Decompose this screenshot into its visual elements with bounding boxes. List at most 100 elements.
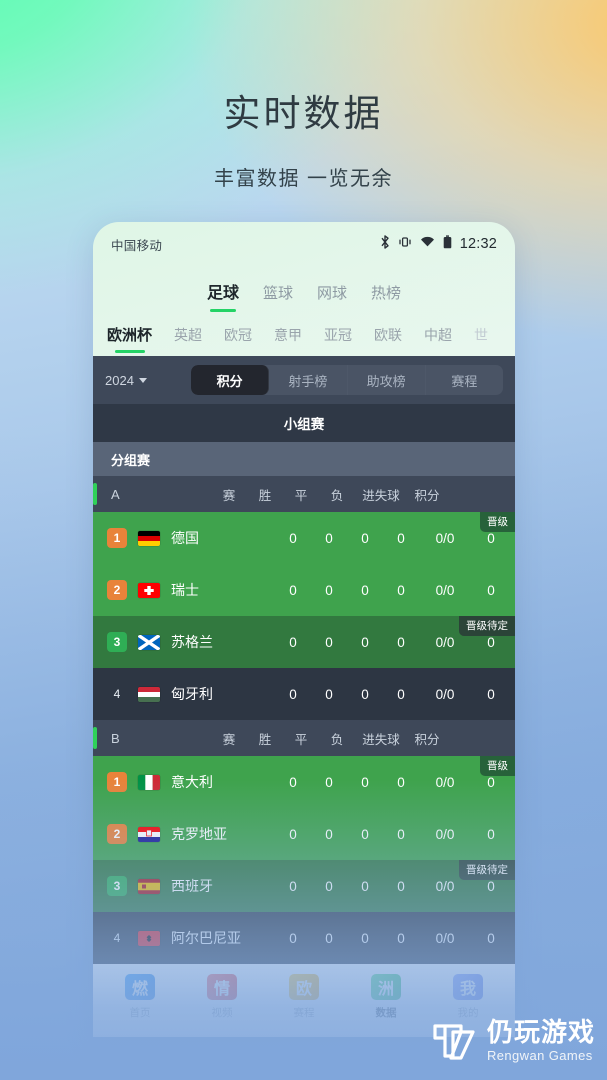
- nav-item-home[interactable]: 燃 首页: [104, 974, 176, 1020]
- watermark: 仍玩游戏 Rengwan Games: [431, 1018, 595, 1064]
- table-row[interactable]: 4 阿尔巴尼亚 0 0 0 0 0/0 0: [93, 912, 515, 964]
- page-title: 实时数据: [223, 93, 384, 134]
- cell-goals: 0/0: [435, 686, 455, 702]
- team-name: 匈牙利: [171, 686, 213, 702]
- hero-banner: 实时数据 丰富数据 一览无余: [0, 0, 607, 191]
- cell-win: 0: [325, 826, 333, 842]
- group-header: B 赛 胜 平 负 进失球 积分: [93, 720, 515, 756]
- nav-item-profile[interactable]: 我 我的: [432, 974, 504, 1020]
- tab-hot[interactable]: 热榜: [371, 282, 401, 312]
- table-row[interactable]: 2 瑞士 0 0 0 0 0/0 0: [93, 564, 515, 616]
- control-bar: 2024 积分 射手榜 助攻榜 赛程: [93, 356, 515, 404]
- phone-mockup: 中国移动 12:32 足球 篮球 网球 热榜 欧洲杯 英超 欧冠 意甲 亚冠 欧…: [93, 222, 515, 1037]
- cell-loss: 0: [397, 686, 405, 702]
- cell-goals: 0/0: [435, 634, 455, 650]
- segment-schedule[interactable]: 赛程: [426, 365, 503, 395]
- cell-loss: 0: [397, 530, 405, 546]
- group-section-title: 分组赛: [93, 442, 515, 476]
- chevron-down-icon: [138, 377, 147, 383]
- home-icon: 燃: [125, 974, 155, 1000]
- cell-points: 0: [487, 774, 495, 790]
- table-row[interactable]: 晋级 1 德国 0 0 0 0 0/0 0: [93, 512, 515, 564]
- cell-points: 0: [487, 530, 495, 546]
- status-badge: 晋级待定: [459, 616, 515, 636]
- cell-played: 0: [289, 530, 297, 546]
- rank-badge: 1: [107, 528, 127, 548]
- league-tab-csl[interactable]: 中超: [424, 325, 452, 353]
- flag-it-icon: [138, 774, 160, 790]
- year-label: 2024: [105, 372, 134, 388]
- league-tab-bar[interactable]: 欧洲杯 英超 欧冠 意甲 亚冠 欧联 中超 世: [93, 314, 515, 356]
- group-accent-bar: [93, 727, 97, 749]
- status-badge: 晋级待定: [459, 860, 515, 880]
- column-points: 积分: [414, 732, 440, 747]
- column-win: 胜: [258, 488, 272, 503]
- league-tab-overflow[interactable]: 世: [474, 325, 488, 353]
- nav-label: 视频: [211, 1007, 233, 1019]
- segment-assists[interactable]: 助攻榜: [348, 365, 426, 395]
- tab-tennis[interactable]: 网球: [317, 282, 347, 312]
- year-selector[interactable]: 2024: [105, 373, 191, 388]
- flag-al-icon: [138, 930, 160, 946]
- cell-played: 0: [289, 774, 297, 790]
- cell-win: 0: [325, 930, 333, 946]
- tab-football[interactable]: 足球: [207, 279, 239, 312]
- wifi-icon: [420, 235, 435, 253]
- column-loss: 负: [330, 488, 344, 503]
- league-tab-epl[interactable]: 英超: [174, 325, 202, 353]
- rank-badge: 2: [107, 580, 127, 600]
- nav-item-video[interactable]: 情 视频: [186, 974, 258, 1020]
- cell-draw: 0: [361, 774, 369, 790]
- tab-basketball[interactable]: 篮球: [263, 282, 293, 312]
- cell-draw: 0: [361, 878, 369, 894]
- column-draw: 平: [294, 488, 308, 503]
- flag-de-icon: [138, 530, 160, 546]
- cell-played: 0: [289, 930, 297, 946]
- league-tab-seriea[interactable]: 意甲: [274, 325, 302, 353]
- table-row[interactable]: 2 克罗地亚 0 0 0 0 0/0 0: [93, 808, 515, 860]
- table-row[interactable]: 晋级待定 3 西班牙 0 0 0 0 0/0 0: [93, 860, 515, 912]
- page-subtitle: 丰富数据 一览无余: [213, 168, 394, 191]
- cell-goals: 0/0: [435, 530, 455, 546]
- team-name: 意大利: [171, 774, 213, 790]
- column-loss: 负: [330, 732, 344, 747]
- rank-badge: 3: [107, 632, 127, 652]
- flag-ch-icon: [138, 582, 160, 598]
- group-accent-bar: [93, 483, 97, 505]
- table-row[interactable]: 晋级 1 意大利 0 0 0 0 0/0 0: [93, 756, 515, 808]
- cell-played: 0: [289, 582, 297, 598]
- vibrate-icon: [398, 235, 412, 254]
- cell-loss: 0: [397, 930, 405, 946]
- watermark-text: 仍玩游戏 Rengwan Games: [486, 1017, 595, 1063]
- cell-goals: 0/0: [435, 826, 455, 842]
- group-letter: B: [111, 730, 120, 746]
- nav-item-schedule[interactable]: 欧 赛程: [268, 974, 340, 1020]
- league-tab-ucl[interactable]: 欧冠: [224, 325, 252, 353]
- segment-scorers[interactable]: 射手榜: [269, 365, 348, 395]
- rengwan-logo-icon: [431, 1018, 477, 1064]
- column-points: 积分: [414, 488, 440, 503]
- nav-item-data[interactable]: 洲 数据: [350, 974, 422, 1020]
- watermark-cn: 仍玩游戏: [486, 1017, 595, 1048]
- cell-draw: 0: [361, 582, 369, 598]
- cell-points: 0: [487, 826, 495, 842]
- team-name: 瑞士: [171, 582, 199, 598]
- league-tab-uel[interactable]: 欧联: [374, 325, 402, 353]
- cell-goals: 0/0: [435, 582, 455, 598]
- cell-points: 0: [487, 686, 495, 702]
- clock-label: 12:32: [459, 236, 497, 252]
- cell-win: 0: [325, 530, 333, 546]
- table-row[interactable]: 4 匈牙利 0 0 0 0 0/0 0: [93, 668, 515, 720]
- cell-win: 0: [325, 582, 333, 598]
- rank-badge: 4: [113, 931, 121, 945]
- league-tab-euro[interactable]: 欧洲杯: [107, 324, 152, 353]
- nav-label: 数据: [375, 1007, 397, 1019]
- league-tab-afc[interactable]: 亚冠: [324, 325, 352, 353]
- flag-sc-icon: [138, 634, 160, 650]
- cell-win: 0: [325, 878, 333, 894]
- cell-loss: 0: [397, 582, 405, 598]
- segment-points[interactable]: 积分: [191, 365, 270, 395]
- table-row[interactable]: 晋级待定 3 苏格兰 0 0 0 0 0/0 0: [93, 616, 515, 668]
- flag-es-icon: [138, 878, 160, 894]
- segmented-control: 积分 射手榜 助攻榜 赛程: [191, 365, 503, 395]
